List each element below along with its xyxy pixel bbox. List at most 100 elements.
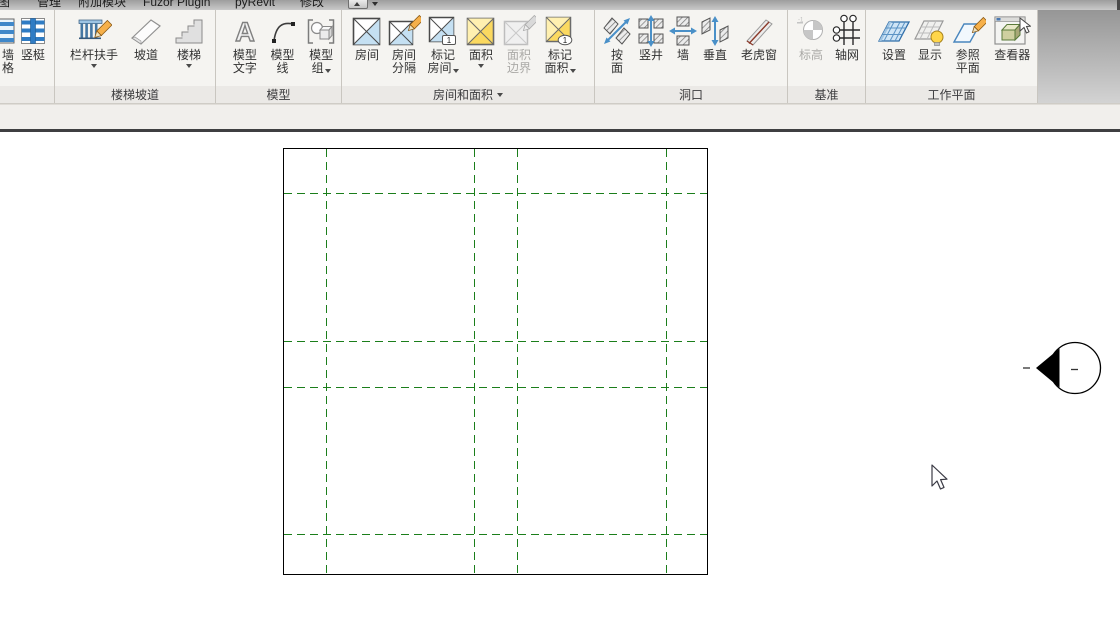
panel-label-model: 模型 xyxy=(216,86,341,103)
ribbon-button-model-text[interactable]: A 模型 文字 xyxy=(226,10,264,75)
ribbon-button-model-group[interactable]: 模型 组 xyxy=(301,10,341,75)
button-label: 垂直 xyxy=(703,49,727,62)
ribbon-button-ramp[interactable]: 坡道 xyxy=(125,10,167,62)
reference-plane-vertical[interactable] xyxy=(666,149,667,574)
ribbon-button-wall-opening[interactable]: 墙 xyxy=(669,10,697,62)
ribbon-minimize-button[interactable] xyxy=(348,0,368,9)
set-work-plane-icon xyxy=(876,15,912,47)
reference-plane-vertical[interactable] xyxy=(474,149,475,574)
tab-manage[interactable]: 管理 xyxy=(37,0,61,9)
grid-icon xyxy=(832,14,862,48)
button-label: 面 xyxy=(611,62,623,75)
ribbon-button-shaft-opening[interactable]: 竖井 xyxy=(633,10,669,62)
ribbon-button-stair[interactable]: 楼梯 xyxy=(167,10,211,68)
button-label: 边界 xyxy=(507,62,531,75)
button-label: 楼梯 xyxy=(177,49,201,62)
ribbon-button-dormer-opening[interactable]: 老虎窗 xyxy=(733,10,785,62)
dropdown-arrow-icon xyxy=(478,64,484,68)
tag-number-glyph: 1 xyxy=(563,36,568,45)
ribbon-empty-area xyxy=(1038,10,1120,103)
tab-modify[interactable]: 修改 xyxy=(300,0,324,9)
model-group-icon xyxy=(305,14,337,48)
opening-by-face-icon xyxy=(600,14,634,48)
button-label: 坡道 xyxy=(134,49,158,62)
wall-opening-icon xyxy=(668,14,698,48)
letter-a-glyph: A xyxy=(235,17,255,47)
tag-room-icon: 1 xyxy=(426,14,460,48)
mouse-cursor xyxy=(926,462,950,496)
tag-number-glyph: 1 xyxy=(447,36,452,45)
button-label: 分隔 xyxy=(392,62,416,75)
drawing-area[interactable] xyxy=(0,132,1120,630)
panel-label-room-area[interactable]: 房间和面积 xyxy=(342,86,594,103)
tab-pyrevit[interactable]: pyRevit xyxy=(235,0,275,9)
options-bar xyxy=(0,104,1120,132)
ribbon-button-ref-plane[interactable]: 参照 平面 xyxy=(948,10,988,75)
button-label: 栏杆扶手 xyxy=(70,49,118,62)
ribbon-button-room[interactable]: 房间 xyxy=(349,10,385,62)
button-label: 房间 xyxy=(355,49,379,62)
ribbon-button-grid[interactable]: 轴网 xyxy=(830,10,864,62)
panel-label-text: 基准 xyxy=(814,86,838,103)
area-boundary-icon xyxy=(502,14,536,48)
ribbon-tab-bar: 视图 管理 附加模块 Fuzor Plugin pyRevit 修改 xyxy=(0,0,1120,10)
ribbon-button-show-work-plane[interactable]: 显示 xyxy=(912,10,948,62)
room-separator-icon xyxy=(387,14,421,48)
dropdown-arrow-icon xyxy=(91,64,97,68)
curtain-grid-icon xyxy=(0,14,16,48)
ribbon-button-curtain-grid[interactable]: 墙 格 xyxy=(0,10,16,75)
svg-text:-1: -1 xyxy=(798,18,804,24)
reference-plane-horizontal[interactable] xyxy=(284,341,707,342)
model-line-icon xyxy=(268,14,298,48)
reference-plane-vertical[interactable] xyxy=(326,149,327,574)
panel-dropdown-arrow-icon xyxy=(497,93,503,97)
ribbon-button-level[interactable]: -1 标高 xyxy=(792,10,830,62)
caret-up-icon xyxy=(354,2,360,6)
shaft-opening-icon xyxy=(635,14,667,48)
button-label: 竖梃 xyxy=(21,49,45,62)
panel-label-opening: 洞口 xyxy=(595,86,787,103)
ribbon-button-railing[interactable]: 栏杆扶手 xyxy=(63,10,125,68)
panel-build-partial: 墙 格 竖梃 xyxy=(0,10,55,103)
button-label: 房间 xyxy=(427,62,451,75)
tab-view[interactable]: 视图 xyxy=(0,0,10,9)
ramp-icon xyxy=(129,15,163,47)
elevation-marker[interactable] xyxy=(1022,332,1114,406)
ribbon-button-viewer[interactable]: 查看器 xyxy=(988,10,1037,62)
ribbon-button-tag-room[interactable]: 1 标记 房间 xyxy=(423,10,463,75)
ribbon-button-vertical-opening[interactable]: 垂直 xyxy=(697,10,733,62)
ribbon-button-mullion[interactable]: 竖梃 xyxy=(16,10,50,62)
reference-plane-vertical[interactable] xyxy=(517,149,518,574)
button-label: 格 xyxy=(2,62,14,75)
button-label: 面积 xyxy=(544,62,568,75)
ribbon-button-area[interactable]: 面积 xyxy=(463,10,499,68)
room-icon xyxy=(351,14,383,48)
panel-label-stair-ramp: 楼梯坡道 xyxy=(55,86,215,103)
ribbon-button-opening-by-face[interactable]: 按 面 xyxy=(601,10,633,75)
ribbon-options-dropdown-icon[interactable] xyxy=(372,2,378,6)
reference-plane-horizontal[interactable] xyxy=(284,387,707,388)
ribbon-button-tag-area[interactable]: 1 标记 面积 xyxy=(539,10,581,75)
ribbon-button-room-separator[interactable]: 房间 分隔 xyxy=(385,10,423,75)
plan-view[interactable] xyxy=(283,148,708,575)
panel-room-area: 房间 房间 分隔 xyxy=(342,10,595,103)
ribbon-button-model-line[interactable]: 模型 线 xyxy=(264,10,302,75)
reference-plane-horizontal[interactable] xyxy=(284,193,707,194)
reference-plane-horizontal[interactable] xyxy=(284,534,707,535)
stair-icon xyxy=(173,15,205,47)
viewer-icon xyxy=(993,14,1031,48)
panel-model: A 模型 文字 模型 线 xyxy=(216,10,342,103)
panel-label-text: 楼梯坡道 xyxy=(111,86,159,103)
tab-fuzor-plugin[interactable]: Fuzor Plugin xyxy=(143,0,210,9)
ribbon-button-area-boundary[interactable]: 面积 边界 xyxy=(499,10,539,75)
button-label: 文字 xyxy=(233,62,257,75)
panel-label-datum: 基准 xyxy=(788,86,865,103)
panel-stair-ramp: 栏杆扶手 坡道 楼梯 楼梯坡道 xyxy=(55,10,216,103)
button-label: 查看器 xyxy=(994,49,1030,62)
tab-addins[interactable]: 附加模块 xyxy=(78,0,126,9)
ref-plane-icon xyxy=(950,15,986,47)
dropdown-arrow-icon xyxy=(325,69,331,73)
ribbon-button-set-work-plane[interactable]: 设置 xyxy=(876,10,912,62)
button-label: 线 xyxy=(277,62,289,75)
panel-label-work-plane: 工作平面 xyxy=(866,86,1037,103)
